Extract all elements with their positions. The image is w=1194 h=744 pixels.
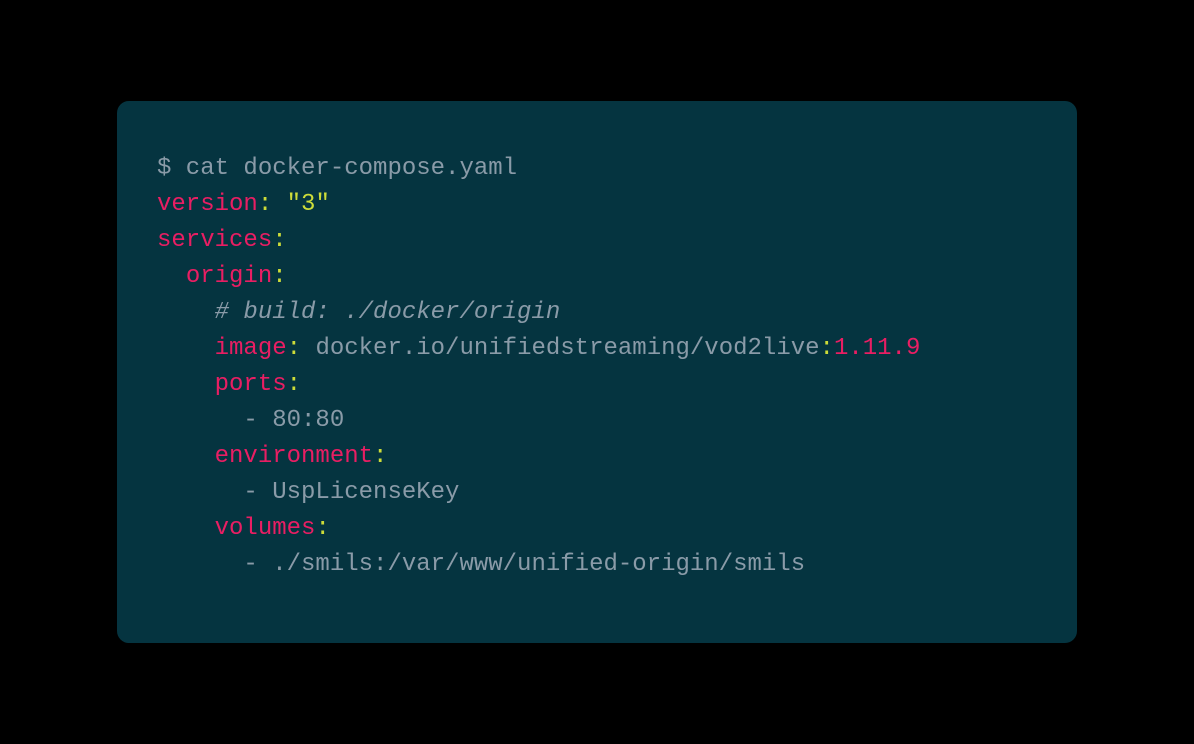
- yaml-value: "3": [287, 191, 330, 218]
- yaml-key: image: [215, 335, 287, 362]
- yaml-key: volumes: [215, 515, 316, 542]
- yaml-line-version: version: "3": [157, 187, 1037, 223]
- yaml-value: 80:80: [272, 407, 344, 434]
- terminal-window: $ cat docker-compose.yaml version: "3" s…: [117, 101, 1077, 643]
- yaml-line-volumes: volumes:: [157, 511, 1037, 547]
- yaml-line-image: image: docker.io/unifiedstreaming/vod2li…: [157, 331, 1037, 367]
- command-line: $ cat docker-compose.yaml: [157, 151, 1037, 187]
- yaml-key: origin: [186, 263, 272, 290]
- yaml-line-environment: environment:: [157, 439, 1037, 475]
- yaml-line-environment-item: - UspLicenseKey: [157, 475, 1037, 511]
- yaml-line-ports: ports:: [157, 367, 1037, 403]
- colon: :: [287, 335, 301, 362]
- yaml-line-ports-item: - 80:80: [157, 403, 1037, 439]
- yaml-value: ./smils:/var/www/unified-origin/smils: [272, 551, 805, 578]
- colon: :: [272, 227, 286, 254]
- colon: :: [272, 263, 286, 290]
- yaml-comment: # build: ./docker/origin: [215, 299, 561, 326]
- shell-prompt: $ cat docker-compose.yaml: [157, 155, 517, 182]
- colon: :: [287, 371, 301, 398]
- yaml-key: services: [157, 227, 272, 254]
- colon: :: [373, 443, 387, 470]
- yaml-line-volumes-item: - ./smils:/var/www/unified-origin/smils: [157, 547, 1037, 583]
- yaml-line-comment: # build: ./docker/origin: [157, 295, 1037, 331]
- yaml-line-services: services:: [157, 223, 1037, 259]
- yaml-key: environment: [215, 443, 373, 470]
- colon: :: [315, 515, 329, 542]
- yaml-key: version: [157, 191, 258, 218]
- yaml-line-origin: origin:: [157, 259, 1037, 295]
- colon: :: [820, 335, 834, 362]
- yaml-value: docker.io/unifiedstreaming/vod2live: [315, 335, 819, 362]
- colon: :: [258, 191, 272, 218]
- yaml-value: UspLicenseKey: [272, 479, 459, 506]
- yaml-key: ports: [215, 371, 287, 398]
- yaml-tag: 1.11.9: [834, 335, 920, 362]
